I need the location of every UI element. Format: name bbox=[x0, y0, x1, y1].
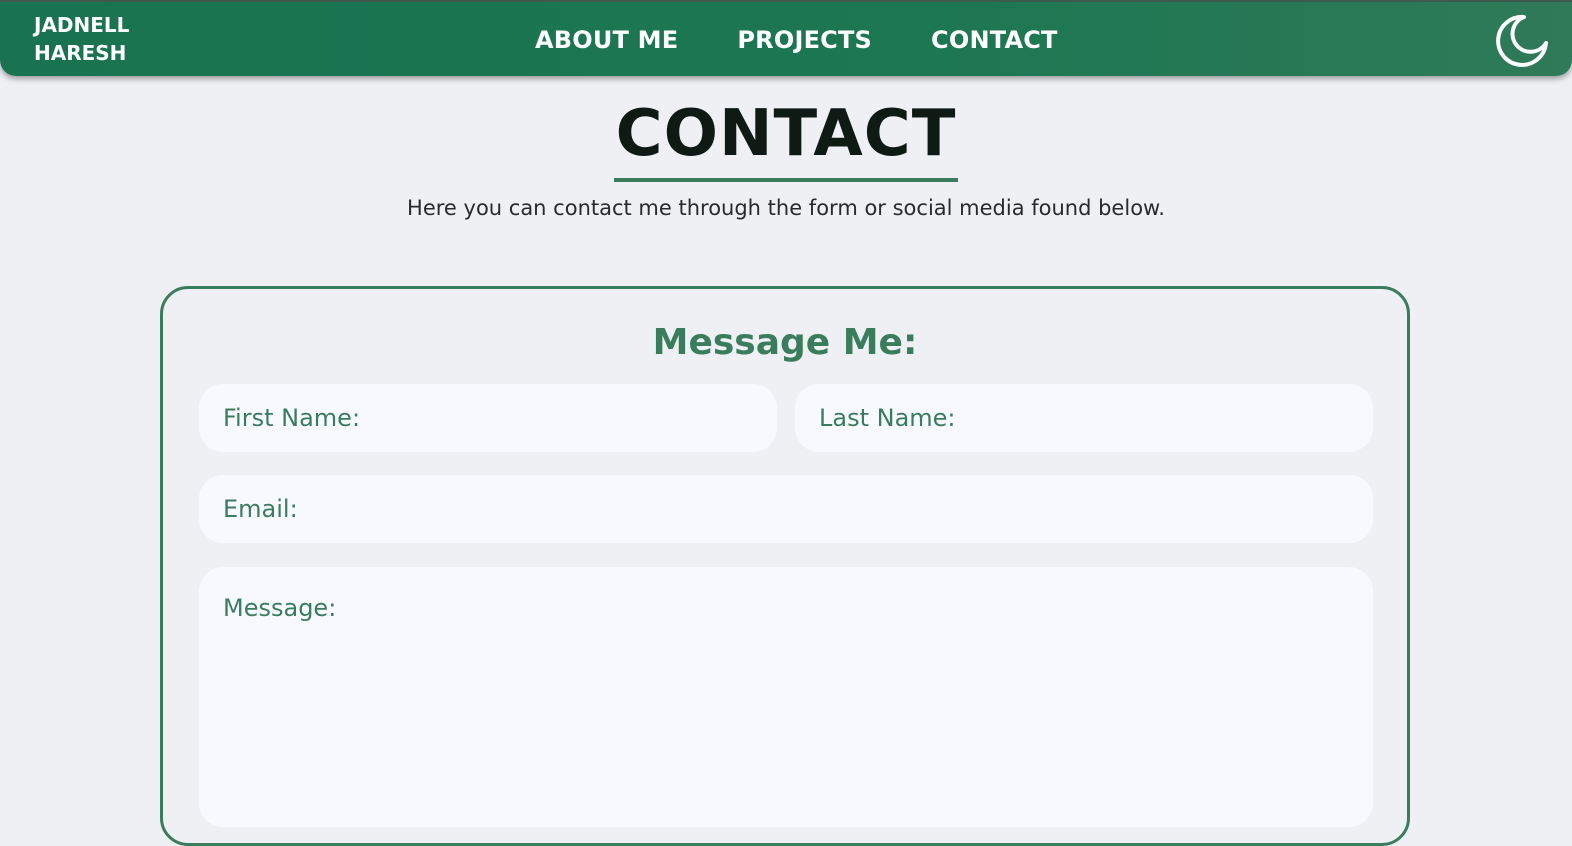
moon-icon bbox=[1496, 14, 1548, 67]
brand-last-name: HARESH bbox=[34, 41, 127, 65]
navbar: JADNELL HARESH ABOUT ME PROJECTS CONTACT bbox=[0, 0, 1572, 76]
nav-link-contact[interactable]: CONTACT bbox=[931, 24, 1058, 56]
first-name-input[interactable] bbox=[199, 384, 777, 452]
email-input[interactable] bbox=[199, 475, 1373, 543]
nav-link-projects[interactable]: PROJECTS bbox=[737, 24, 872, 56]
brand-first-name: JADNELL bbox=[34, 13, 130, 37]
nav-links: ABOUT ME PROJECTS CONTACT bbox=[535, 24, 1058, 56]
nav-link-about-me[interactable]: ABOUT ME bbox=[535, 24, 678, 56]
message-textarea[interactable] bbox=[199, 567, 1373, 827]
contact-form: Message Me: bbox=[160, 286, 1410, 846]
brand-logo-link[interactable]: JADNELL HARESH bbox=[34, 11, 129, 67]
page-title: CONTACT bbox=[613, 94, 959, 182]
page-title-wrapper: CONTACT bbox=[0, 94, 1572, 182]
theme-toggle-button[interactable] bbox=[1494, 13, 1550, 69]
last-name-input[interactable] bbox=[795, 384, 1373, 452]
form-heading: Message Me: bbox=[652, 322, 918, 363]
page-subtitle: Here you can contact me through the form… bbox=[407, 196, 1165, 220]
